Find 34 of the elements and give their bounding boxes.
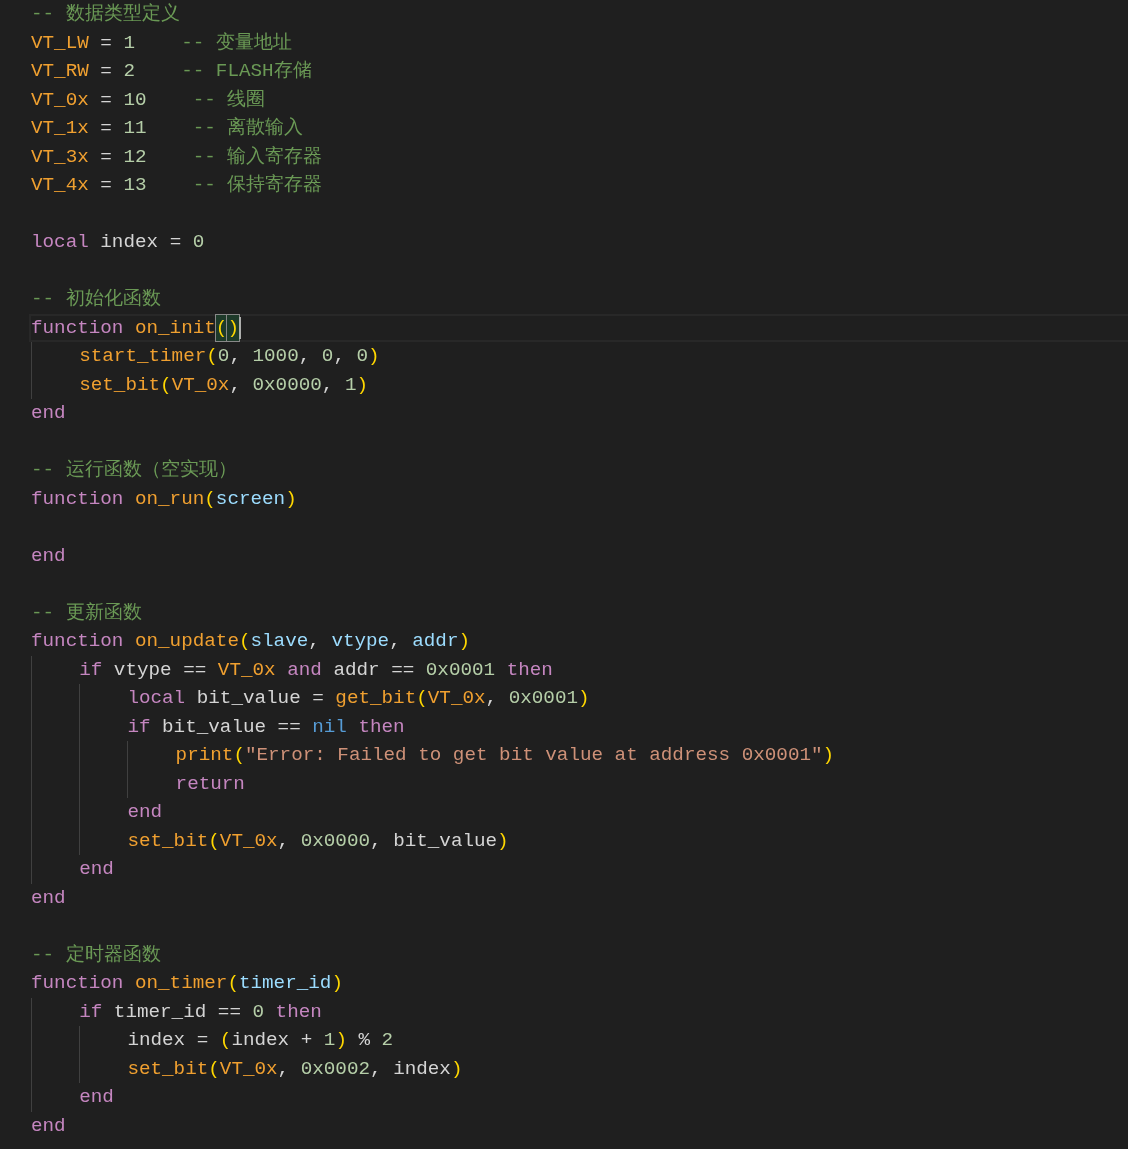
code-line: -- 初始化函数 (30, 287, 162, 312)
code-line: return (174, 771, 246, 797)
code-line: local index = 0 (30, 230, 206, 255)
code-line: VT_RW = 2 -- FLASH存储 (30, 59, 313, 84)
code-line: start_timer(0, 1000, 0, 0) (78, 344, 381, 369)
code-line: set_bit(VT_0x, 0x0002, index) (126, 1056, 464, 1082)
code-line: VT_1x = 11 -- 离散输入 (30, 116, 305, 141)
code-line: -- 更新函数 (30, 600, 143, 626)
code-line: -- 定时器函数 (30, 942, 162, 968)
code-line: end (78, 857, 115, 882)
code-line: end (30, 401, 67, 426)
code-line: end (30, 543, 67, 569)
code-line: VT_0x = 10 -- 线圈 (30, 87, 267, 113)
code-line: set_bit(VT_0x, 0x0000, bit_value) (126, 828, 510, 854)
code-line: VT_3x = 12 -- 输入寄存器 (30, 144, 324, 170)
code-line: if timer_id == 0 then (78, 999, 323, 1025)
code-line: if vtype == VT_0x and addr == 0x0001 then (78, 657, 554, 683)
code-line: end (78, 1085, 115, 1110)
code-line: end (126, 800, 164, 825)
code-line: VT_4x = 13 -- 保持寄存器 (30, 173, 324, 198)
code-line: print("Error: Failed to get bit value at address 0x0001") (174, 743, 836, 768)
code-line: VT_LW = 1 -- 变量地址 (30, 30, 293, 56)
code-line: index = (index + 1) % 2 (126, 1028, 395, 1053)
code-line: end (30, 1113, 67, 1139)
text-cursor (238, 316, 241, 339)
code-line: end (30, 885, 67, 911)
code-line: set_bit(VT_0x, 0x0000, 1) (78, 372, 370, 398)
code-line: local bit_value = get_bit(VT_0x, 0x0001) (126, 686, 591, 711)
code-line: -- 数据类型定义 (30, 2, 181, 27)
code-line: -- 运行函数（空实现） (30, 458, 238, 483)
code-line: if bit_value == nil then (126, 714, 406, 740)
code-line: function on_run(screen) (30, 486, 298, 512)
code-line: function on_update(slave, vtype, addr) (30, 629, 472, 654)
code-line: function on_timer(timer_id) (30, 971, 344, 996)
